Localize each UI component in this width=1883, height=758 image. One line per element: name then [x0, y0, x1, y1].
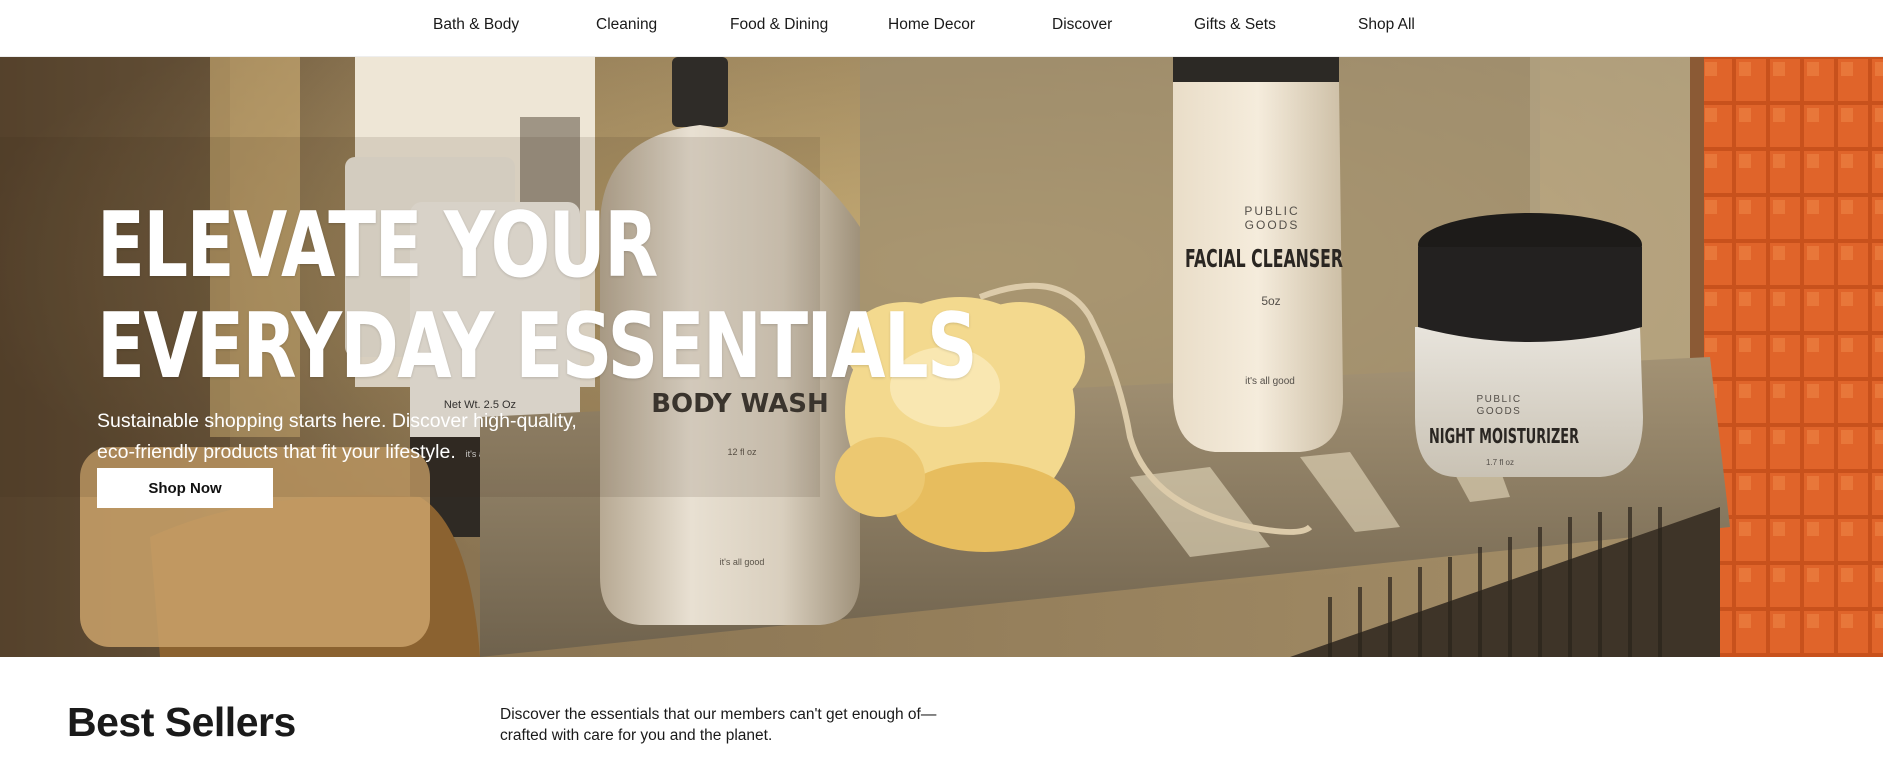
hero-title-line2: EVERYDAY ESSENTIALS — [97, 294, 978, 399]
cleanser-tagline-text: it's all good — [1245, 376, 1295, 387]
hero-title-line1: ELEVATE YOUR — [97, 193, 658, 298]
nav-item-gifts-sets[interactable]: Gifts & Sets — [1194, 16, 1276, 34]
moisturizer-size-text: 1.7 fl oz — [1486, 458, 1514, 467]
best-sellers-description: Discover the essentials that our members… — [500, 704, 940, 746]
cleanser-brand-line1: PUBLIC — [1244, 204, 1299, 218]
shop-now-button[interactable]: Shop Now — [97, 468, 273, 508]
hero-title: ELEVATE YOUR EVERYDAY ESSENTIALS — [97, 193, 978, 399]
hero-subtitle-line1: Sustainable shopping starts here. Discov… — [97, 410, 577, 432]
hero-subtitle: Sustainable shopping starts here. Discov… — [97, 406, 617, 468]
cleanser-size-text: 5oz — [1261, 294, 1280, 308]
cleanser-brand-line2: GOODS — [1245, 218, 1300, 232]
body-wash-tagline-text: it's all good — [720, 557, 765, 567]
nav-item-bath-body[interactable]: Bath & Body — [433, 16, 519, 34]
nav-item-cleaning[interactable]: Cleaning — [596, 16, 657, 34]
nav-item-discover[interactable]: Discover — [1052, 16, 1112, 34]
best-sellers-title: Best Sellers — [67, 699, 296, 745]
moisturizer-label: NIGHT MOISTURIZER — [1429, 424, 1579, 448]
hero-banner: Net Wt. 2.5 Oz it's all good BODY WASH 1… — [0, 57, 1883, 657]
moisturizer-brand-line1: PUBLIC — [1476, 394, 1521, 405]
moisturizer-brand-line2: GOODS — [1477, 406, 1522, 417]
nav-item-food-dining[interactable]: Food & Dining — [730, 16, 828, 34]
best-sellers-description-line1: Discover the essentials that our members… — [500, 706, 937, 723]
nav-item-shop-all[interactable]: Shop All — [1358, 16, 1415, 34]
main-nav: Bath & Body Cleaning Food & Dining Home … — [0, 0, 1883, 57]
best-sellers-description-line2: crafted with care for you and the planet… — [500, 727, 773, 744]
hero-copy: ELEVATE YOUR EVERYDAY ESSENTIALS Sustain… — [97, 193, 978, 508]
nav-item-home-decor[interactable]: Home Decor — [888, 16, 975, 34]
hero-subtitle-line2: eco-friendly products that fit your life… — [97, 441, 456, 463]
cleanser-label: FACIAL CLEANSER — [1185, 244, 1343, 273]
